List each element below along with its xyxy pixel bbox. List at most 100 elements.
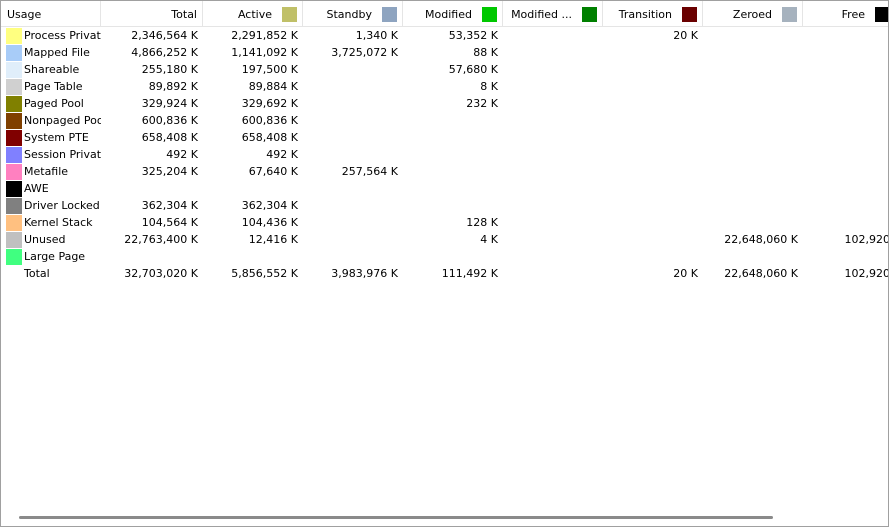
value-cell [303,129,403,146]
value-cell [703,61,803,78]
column-header-transition[interactable]: Transition [603,1,703,27]
table-row[interactable]: Mapped File 4,866,252 K 1,141,092 K 3,725,0… [1,44,888,61]
value-cell: 329,924 K [141,97,198,110]
table-row[interactable]: Page Table 89,892 K 89,884 K 8 K [1,78,888,95]
value-cell [503,95,603,112]
table-row[interactable]: System PTE 658,408 K 658,408 K [1,129,888,146]
column-header-modified[interactable]: Modified [403,1,503,27]
usage-label: Driver Locked [24,199,100,212]
table-row[interactable]: Total 32,703,020 K 5,856,552 K 3,983,976 K 1… [1,265,889,282]
table-row[interactable]: Driver Locked 362,304 K 362,304 K [1,197,888,214]
table-row[interactable]: Session Private 492 K 492 K [1,146,888,163]
usage-color-swatch [6,214,22,231]
value-cell [503,231,603,248]
value-cell [203,180,303,197]
value-cell [303,61,403,78]
column-header-zeroed[interactable]: Zeroed [703,1,803,27]
table-row[interactable]: Unused 22,763,400 K 12,416 K 4 K 22,648,060 … [1,231,888,248]
value-cell: 22,648,060 K [724,267,798,280]
column-header-label: Usage [7,7,42,21]
usage-color-swatch [6,231,22,248]
table-row[interactable]: Metafile 325,204 K 67,640 K 257,564 K [1,163,888,180]
value-cell [403,163,503,180]
usage-color-swatch [6,112,22,129]
table-row[interactable]: Nonpaged Pool 600,836 K 600,836 K [1,112,888,129]
value-cell: 104,436 K [241,216,298,229]
usage-table: Process Private 2,346,564 K 2,291,852 K 1,3… [1,27,889,282]
table-row[interactable]: Large Page [1,248,888,265]
value-cell: 232 K [466,97,498,110]
table-row[interactable]: Kernel Stack 104,564 K 104,436 K 128 K [1,214,888,231]
column-header-usage[interactable]: Usage [1,1,101,27]
value-cell: 600,836 K [141,114,198,127]
usage-label: AWE [24,182,49,195]
value-cell [703,95,803,112]
usage-color-swatch [6,197,22,214]
value-cell [503,78,603,95]
usage-cell: Metafile [1,163,101,180]
column-color-swatch [382,6,397,22]
usage-color-swatch [6,44,22,61]
value-cell [503,197,603,214]
value-cell [703,197,803,214]
usage-cell: Page Table [1,78,101,95]
value-cell [703,44,803,61]
value-cell: 20 K [673,29,698,42]
usage-label: System PTE [24,131,89,144]
value-cell [503,129,603,146]
usage-label: Shareable [24,63,80,76]
table-row[interactable]: Process Private 2,346,564 K 2,291,852 K 1,3… [1,27,888,44]
value-cell [603,146,703,163]
value-cell [503,44,603,61]
value-cell [703,163,803,180]
column-header-standby[interactable]: Standby [303,1,403,27]
value-cell: 102,920 [844,267,889,280]
value-cell [303,248,403,265]
column-header-free[interactable]: Free [803,1,888,27]
column-color-swatch [282,6,297,22]
column-header-modified[interactable]: Modified ... [503,1,603,27]
value-cell [603,112,703,129]
scrollbar-thumb[interactable] [19,516,773,519]
column-header-label: Standby [326,7,372,21]
value-cell: 492 K [166,148,198,161]
value-cell [603,78,703,95]
value-cell: 255,180 K [141,63,198,76]
value-cell: 8 K [480,80,498,93]
usage-color-swatch [6,266,22,282]
horizontal-scrollbar[interactable] [1,509,888,526]
usage-cell: Kernel Stack [1,214,101,231]
value-cell [803,248,888,265]
column-header-total[interactable]: Total [101,1,203,27]
value-cell: 5,856,552 K [231,267,298,280]
usage-cell: AWE [1,180,101,197]
value-cell [803,214,888,231]
table-row[interactable]: Paged Pool 329,924 K 329,692 K 232 K [1,95,888,112]
usage-cell: Process Private [1,27,101,44]
value-cell [203,248,303,265]
value-cell: 89,892 K [148,80,198,93]
table-row[interactable]: AWE [1,180,888,197]
value-cell [303,146,403,163]
value-cell [603,44,703,61]
value-cell [603,61,703,78]
column-header-bar: Usage Total Active Standby Modified Modified … [1,1,888,27]
value-cell [703,180,803,197]
value-cell [503,146,603,163]
column-header-label: Active [237,7,272,21]
value-cell: 88 K [473,46,498,59]
value-cell [503,180,603,197]
value-cell [803,95,888,112]
usage-cell: Large Page [1,248,101,265]
column-header-active[interactable]: Active [203,1,303,27]
value-cell [603,95,703,112]
usage-color-swatch [6,180,22,197]
column-color-swatch [482,6,497,22]
usage-label: Page Table [24,80,83,93]
value-cell: 2,346,564 K [131,29,198,42]
value-cell [803,78,888,95]
table-row[interactable]: Shareable 255,180 K 197,500 K 57,680 K [1,61,888,78]
usage-label: Total [24,267,50,280]
value-cell: 32,703,020 K [124,267,198,280]
usage-cell: Driver Locked [1,197,101,214]
